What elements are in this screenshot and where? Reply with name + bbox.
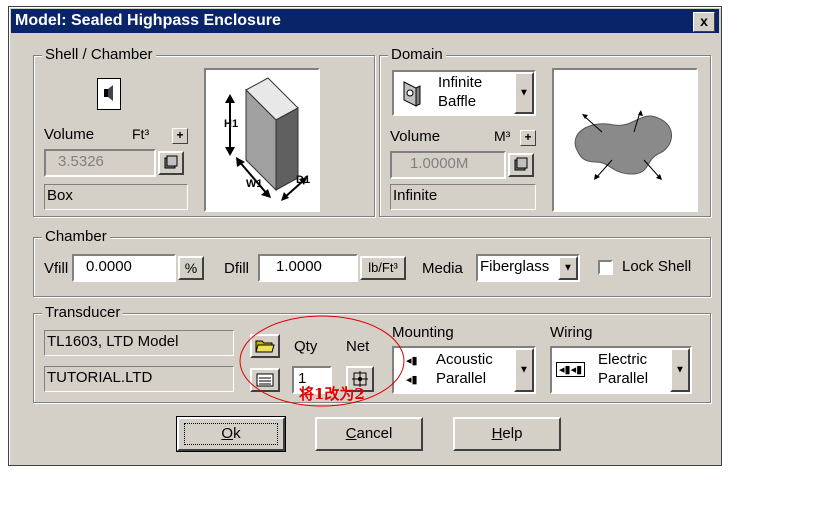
shell-unit-label: Ft³ — [132, 126, 150, 142]
transducer-model-value: TL1603, LTD Model — [47, 333, 179, 350]
vfill-input[interactable]: 0.0000 — [72, 254, 176, 282]
transducer-model-field: TL1603, LTD Model — [44, 330, 234, 356]
media-dropdown-button[interactable]: ▼ — [558, 256, 578, 280]
media-select[interactable]: Fiberglass ▼ — [476, 254, 580, 282]
speaker-icon: ◂▮ — [406, 374, 418, 386]
domain-calc-button[interactable] — [508, 153, 534, 177]
wiring-select[interactable]: ◂▮◂▮ Electric Parallel ▼ — [550, 346, 692, 394]
diagram-label-h1: H1 — [224, 118, 239, 130]
domain-diagram — [552, 68, 698, 212]
chevron-down-icon: ▼ — [519, 364, 529, 376]
window-title: Model: Sealed Highpass Enclosure — [15, 12, 281, 29]
speakers-wiring-icon: ◂▮◂▮ — [556, 362, 586, 377]
domain-type-field: Infinite — [390, 184, 536, 210]
shell-volume-label: Volume — [44, 126, 95, 143]
domain-group: Domain Infinite Baffle ▼ Volume M³ + 1.0… — [379, 46, 711, 217]
shell-shape-value: Box — [47, 187, 73, 204]
domain-volume-label: Volume — [390, 128, 441, 145]
box-diagram: H1 W1 D1 — [204, 68, 320, 212]
vfill-unit-button[interactable]: % — [178, 256, 204, 280]
dfill-label: Dfill — [224, 260, 249, 277]
dfill-value: 1.0000 — [276, 258, 322, 275]
wiring-line1: Electric — [598, 351, 648, 368]
title-bar[interactable]: Model: Sealed Highpass Enclosure x — [11, 9, 719, 33]
wiring-line2: Parallel — [598, 370, 649, 387]
diagram-label-w1: W1 — [246, 178, 263, 190]
shell-chamber-group: Shell / Chamber Volume Ft³ + 3.5326 Box — [33, 46, 375, 217]
ok-button[interactable]: Ok — [176, 416, 286, 452]
lock-shell-label: Lock Shell — [622, 258, 692, 275]
speaker-icon[interactable] — [97, 78, 121, 110]
domain-volume-value: 1.0000M — [410, 155, 469, 172]
lock-shell-checkbox[interactable] — [598, 260, 613, 275]
transducer-file-field: TUTORIAL.LTD — [44, 366, 234, 392]
calculator-icon — [164, 155, 178, 169]
dfill-unit-button[interactable]: lb/Ft³ — [360, 256, 406, 280]
domain-dropdown-button[interactable]: ▼ — [514, 72, 534, 114]
media-label: Media — [422, 260, 463, 277]
help-button[interactable]: Help — [453, 417, 561, 451]
wiring-dropdown-button[interactable]: ▼ — [670, 348, 690, 392]
shell-calc-button[interactable] — [158, 151, 184, 175]
domain-combo-line2: Baffle — [438, 93, 477, 110]
mounting-line1: Acoustic — [436, 351, 493, 368]
domain-volume-field[interactable]: 1.0000M — [390, 151, 506, 179]
transducer-group-label: Transducer — [42, 304, 124, 321]
mounting-line2: Parallel — [436, 370, 487, 387]
chevron-down-icon: ▼ — [519, 87, 529, 99]
domain-group-label: Domain — [388, 46, 446, 63]
dfill-input[interactable]: 1.0000 — [258, 254, 358, 282]
domain-unit-label: M³ — [494, 128, 511, 144]
domain-unit-plus-button[interactable]: + — [520, 130, 536, 146]
chamber-group-label: Chamber — [42, 228, 110, 245]
vfill-value: 0.0000 — [86, 258, 132, 275]
domain-combo-line1: Infinite — [438, 74, 483, 91]
calculator-icon — [514, 157, 528, 171]
shell-unit-plus-button[interactable]: + — [172, 128, 188, 144]
dialog-window: Model: Sealed Highpass Enclosure x Shell… — [8, 6, 722, 466]
diagram-label-d1: D1 — [296, 174, 311, 186]
cancel-button[interactable]: Cancel — [315, 417, 423, 451]
close-button[interactable]: x — [693, 12, 715, 32]
infinite-domain-image — [574, 110, 672, 180]
domain-type-select[interactable]: Infinite Baffle ▼ — [392, 70, 536, 116]
chevron-down-icon: ▼ — [563, 262, 573, 274]
mounting-dropdown-button[interactable]: ▼ — [514, 348, 534, 392]
media-value: Fiberglass — [480, 258, 550, 275]
wiring-label: Wiring — [550, 324, 593, 341]
chamber-group: Chamber Vfill 0.0000 % Dfill 1.0000 lb/F… — [33, 228, 711, 297]
shell-shape-field: Box — [44, 184, 188, 210]
baffle-icon — [403, 81, 421, 107]
transducer-file-value: TUTORIAL.LTD — [47, 369, 153, 386]
focus-rectangle — [184, 423, 278, 445]
shell-volume-field[interactable]: 3.5326 — [44, 149, 156, 177]
chevron-down-icon: ▼ — [675, 364, 685, 376]
shell-group-label: Shell / Chamber — [42, 46, 156, 63]
annotation-text: 将1改为2 — [299, 385, 365, 403]
close-icon: x — [700, 13, 708, 29]
mounting-select[interactable]: ◂▮ ◂▮ Acoustic Parallel ▼ — [392, 346, 536, 394]
vfill-label: Vfill — [44, 260, 69, 277]
speaker-icon: ◂▮ — [406, 355, 418, 367]
shell-volume-value: 3.5326 — [58, 153, 104, 170]
domain-type-value: Infinite — [393, 187, 438, 204]
